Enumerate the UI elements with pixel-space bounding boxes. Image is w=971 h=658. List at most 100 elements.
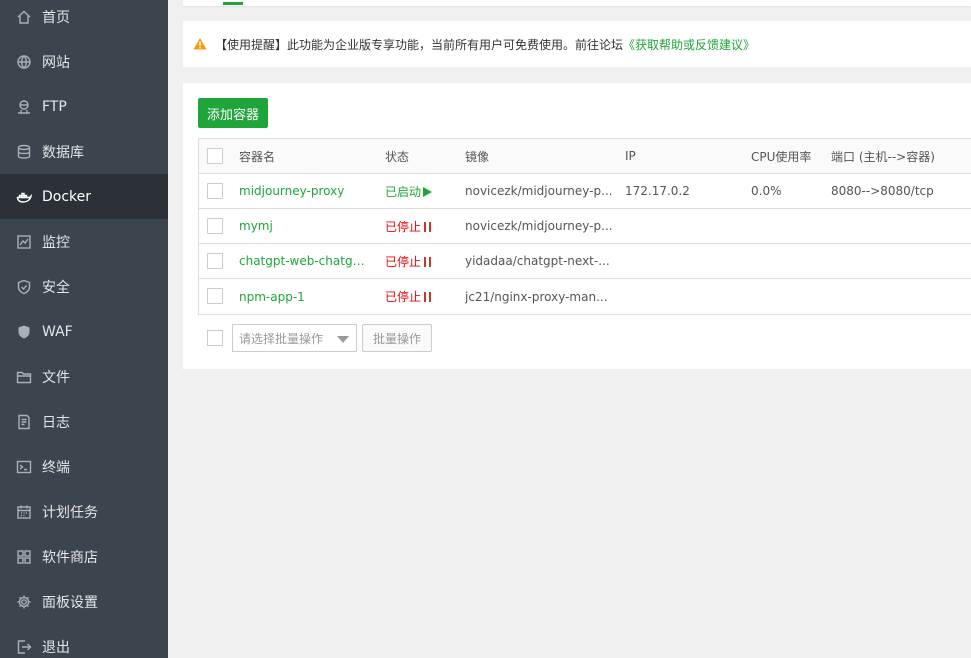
sidebar-item-website[interactable]: 网站 [0,39,168,84]
sidebar-item-home[interactable]: 首页 [0,0,168,39]
sidebar-item-cron[interactable]: 计划任务 [0,489,168,534]
sidebar-item-ftp[interactable]: FTP [0,84,168,129]
table-header: 容器名 状态 镜像 IP CPU使用率 端口 (主机-->容器) [199,139,971,174]
pause-icon [424,292,432,302]
container-name-link[interactable]: npm-app-1 [239,290,371,304]
usage-notice: 【使用提醒】此功能为企业版专享功能，当前所有用户可免费使用。前往论坛 《获取帮助… [183,21,971,67]
sidebar-item-logs[interactable]: 日志 [0,399,168,444]
container-table: 容器名 状态 镜像 IP CPU使用率 端口 (主机-->容器) midjour… [198,138,971,315]
play-icon [423,186,433,197]
port-mapping: 8080-->8080/tcp [831,184,934,198]
batch-select-placeholder: 请选择批量操作 [239,331,324,346]
container-panel: 添加容器 容器名 状态 镜像 IP CPU使用率 端口 (主机-->容器) mi… [183,83,971,369]
sidebar-item-label: 终端 [42,459,70,476]
chevron-down-icon [337,336,349,343]
pause-icon [424,221,432,232]
warning-icon [193,38,207,50]
row-checkbox[interactable] [207,253,223,269]
home-icon [16,9,32,25]
monitor-icon [16,234,32,250]
folder-icon [16,369,32,385]
row-checkbox[interactable] [207,218,223,234]
cpu-usage: 0.0% [751,184,782,198]
header-ip[interactable]: IP [625,149,735,163]
sidebar-item-settings[interactable]: 面板设置 [0,579,168,624]
calendar-icon [16,504,32,520]
waf-shield-icon [16,324,32,340]
sidebar-item-label: Docker [42,188,92,205]
sidebar-item-label: 首页 [42,9,70,26]
status-text: 已停止 [385,290,422,304]
image-name: novicezk/midjourney-p... [465,219,613,233]
sidebar-item-files[interactable]: 文件 [0,354,168,399]
sidebar-item-monitor[interactable]: 监控 [0,219,168,264]
forum-feedback-link[interactable]: 《获取帮助或反馈建议》 [623,36,755,53]
batch-action-select[interactable]: 请选择批量操作 [232,324,357,352]
batch-actions: 请选择批量操作 批量操作 [198,324,498,352]
status-toggle[interactable]: 已停止 [385,253,455,270]
sidebar-item-logout[interactable]: 退出 [0,624,168,658]
batch-select-all-checkbox[interactable] [207,330,223,346]
status-text: 已启动 [385,184,422,199]
terminal-icon [16,459,32,475]
sidebar-item-terminal[interactable]: 终端 [0,444,168,489]
sidebar-item-label: 面板设置 [42,594,98,611]
sidebar-item-label: FTP [42,98,67,115]
status-text: 已停止 [385,254,422,269]
database-icon [16,144,32,160]
sidebar-item-label: 文件 [42,369,70,386]
container-name-link[interactable]: mymj [239,219,371,233]
sidebar-item-label: 安全 [42,279,70,296]
sidebar-item-label: 监控 [42,234,70,251]
image-name: yidadaa/chatgpt-next-... [465,254,610,268]
apps-icon [16,549,32,565]
row-checkbox[interactable] [207,183,223,199]
docker-icon [16,189,32,205]
header-port[interactable]: 端口 (主机-->容器) [831,148,971,165]
status-toggle[interactable]: 已停止 [385,288,455,305]
ftp-icon [16,99,32,115]
log-icon [16,414,32,430]
sidebar-item-label: 退出 [42,639,70,656]
notice-text: 【使用提醒】此功能为企业版专享功能，当前所有用户可免费使用。前往论坛 [215,37,624,52]
sidebar-item-security[interactable]: 安全 [0,264,168,309]
status-text: 已停止 [385,219,422,234]
row-checkbox[interactable] [207,288,223,304]
sidebar-item-label: 软件商店 [42,549,98,566]
status-toggle[interactable]: 已停止 [385,218,455,235]
table-row: midjourney-proxy 已启动 novicezk/midjourney… [199,174,971,209]
container-name-link[interactable]: chatgpt-web-chatgp... [239,254,371,268]
table-row: mymj 已停止 novicezk/midjourney-p... [199,209,971,244]
sidebar-item-store[interactable]: 软件商店 [0,534,168,579]
sidebar-item-label: 日志 [42,414,70,431]
table-row: chatgpt-web-chatgp... 已停止 yidadaa/chatgp… [199,244,971,279]
pause-icon [424,256,432,267]
gear-icon [16,594,32,610]
add-container-button[interactable]: 添加容器 [198,98,268,128]
ip-address: 172.17.0.2 [625,184,690,198]
select-all-checkbox[interactable] [207,148,223,164]
sidebar-item-label: WAF [42,323,73,340]
image-name: jc21/nginx-proxy-man... [465,289,608,304]
shield-icon [16,279,32,295]
batch-action-button[interactable]: 批量操作 [362,324,432,352]
sidebar: 首页 网站 FTP 数据库 Docker 监控 安全 WAF 文件 日志 终端 [0,0,168,658]
sidebar-item-label: 数据库 [42,144,84,161]
header-status[interactable]: 状态 [385,148,455,165]
header-image[interactable]: 镜像 [465,148,615,165]
status-toggle[interactable]: 已启动 [385,183,455,200]
sidebar-item-docker[interactable]: Docker [0,174,168,219]
container-name-link[interactable]: midjourney-proxy [239,184,371,198]
sidebar-item-database[interactable]: 数据库 [0,129,168,174]
sidebar-item-label: 计划任务 [42,504,98,521]
main-content: 【使用提醒】此功能为企业版专享功能，当前所有用户可免费使用。前往论坛 《获取帮助… [168,0,971,658]
sidebar-item-waf[interactable]: WAF [0,309,168,354]
table-row: npm-app-1 已停止 jc21/nginx-proxy-man... [199,279,971,314]
globe-icon [16,54,32,70]
tab-bar [183,0,971,6]
sidebar-item-label: 网站 [42,54,70,71]
header-cpu[interactable]: CPU使用率 [751,148,821,165]
header-name[interactable]: 容器名 [239,148,371,165]
image-name: novicezk/midjourney-p... [465,184,613,198]
logout-icon [16,639,32,655]
